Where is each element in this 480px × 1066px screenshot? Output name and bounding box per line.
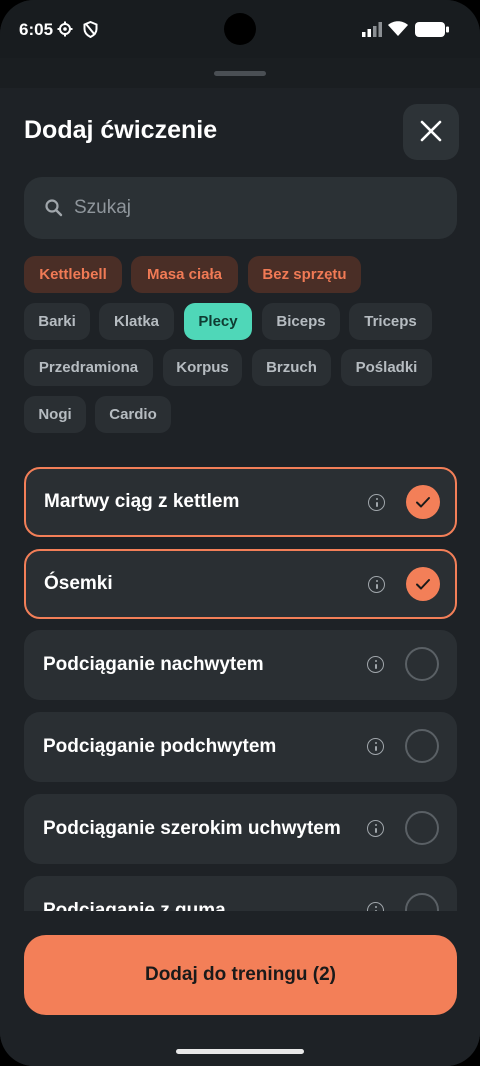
unchecked-circle-icon[interactable] [405, 729, 439, 763]
wifi-icon [388, 21, 408, 42]
drag-handle[interactable] [214, 71, 266, 76]
search-icon [44, 198, 64, 223]
chip-korpus[interactable]: Korpus [163, 349, 242, 386]
status-time: 6:05 [19, 20, 54, 39]
add-to-workout-button[interactable]: Dodaj do treningu (2) [24, 935, 457, 1015]
home-indicator[interactable] [176, 1049, 304, 1054]
search-input[interactable] [74, 177, 434, 239]
close-button[interactable] [403, 104, 459, 160]
search-box [24, 177, 457, 239]
shield-icon [83, 20, 98, 43]
settings-gear-icon [57, 21, 73, 42]
chip-nogi[interactable]: Nogi [24, 396, 86, 433]
chip-cardio[interactable]: Cardio [95, 396, 171, 433]
chip-brzuch[interactable]: Brzuch [252, 349, 331, 386]
info-icon[interactable] [368, 494, 385, 511]
chip-przedramiona[interactable]: Przedramiona [24, 349, 153, 386]
exercise-label: Podciąganie podchwytem [43, 736, 277, 757]
exercise-item[interactable]: Ósemki [24, 549, 457, 619]
battery-icon [415, 22, 449, 42]
exercise-item[interactable]: Podciąganie podchwytem [24, 712, 457, 782]
chip-barki[interactable]: Barki [24, 303, 90, 340]
chip-bez-sprzetu[interactable]: Bez sprzętu [248, 256, 361, 293]
unchecked-circle-icon[interactable] [405, 647, 439, 681]
unchecked-circle-icon[interactable] [405, 811, 439, 845]
exercise-label: Podciąganie nachwytem [43, 654, 264, 675]
chip-masa-ciala[interactable]: Masa ciała [131, 256, 238, 293]
screen: 6:05 Dodaj ćwiczenie Kettlebell [0, 0, 480, 1066]
chip-plecy[interactable]: Plecy [184, 303, 252, 340]
info-icon[interactable] [367, 820, 384, 837]
exercise-list: Martwy ciąg z kettlem Ósemki Podciąganie… [0, 455, 480, 911]
info-icon[interactable] [368, 576, 385, 593]
close-icon [420, 120, 442, 145]
chip-posladki[interactable]: Pośladki [341, 349, 432, 386]
exercise-label: Podciąganie szerokim uchwytem [43, 818, 341, 839]
chip-klatka[interactable]: Klatka [99, 303, 174, 340]
exercise-label: Ósemki [44, 573, 113, 594]
info-icon[interactable] [367, 902, 384, 911]
signal-icon [362, 22, 382, 42]
chip-biceps[interactable]: Biceps [262, 303, 340, 340]
exercise-item[interactable]: Podciąganie nachwytem [24, 630, 457, 700]
exercise-item[interactable]: Podciąganie z gumą [24, 876, 457, 911]
page-title: Dodaj ćwiczenie [24, 116, 218, 144]
status-bar: 6:05 [0, 0, 480, 60]
chip-triceps[interactable]: Triceps [349, 303, 432, 340]
checked-circle-icon[interactable] [406, 485, 440, 519]
exercise-label: Martwy ciąg z kettlem [44, 491, 240, 512]
chip-kettlebell[interactable]: Kettlebell [24, 256, 122, 293]
info-icon[interactable] [367, 738, 384, 755]
exercise-item[interactable]: Martwy ciąg z kettlem [24, 467, 457, 537]
info-icon[interactable] [367, 656, 384, 673]
unchecked-circle-icon[interactable] [405, 893, 439, 911]
camera-cutout [224, 13, 256, 45]
exercise-label: Podciąganie z gumą [43, 900, 226, 911]
exercise-item[interactable]: Podciąganie szerokim uchwytem [24, 794, 457, 864]
checked-circle-icon[interactable] [406, 567, 440, 601]
